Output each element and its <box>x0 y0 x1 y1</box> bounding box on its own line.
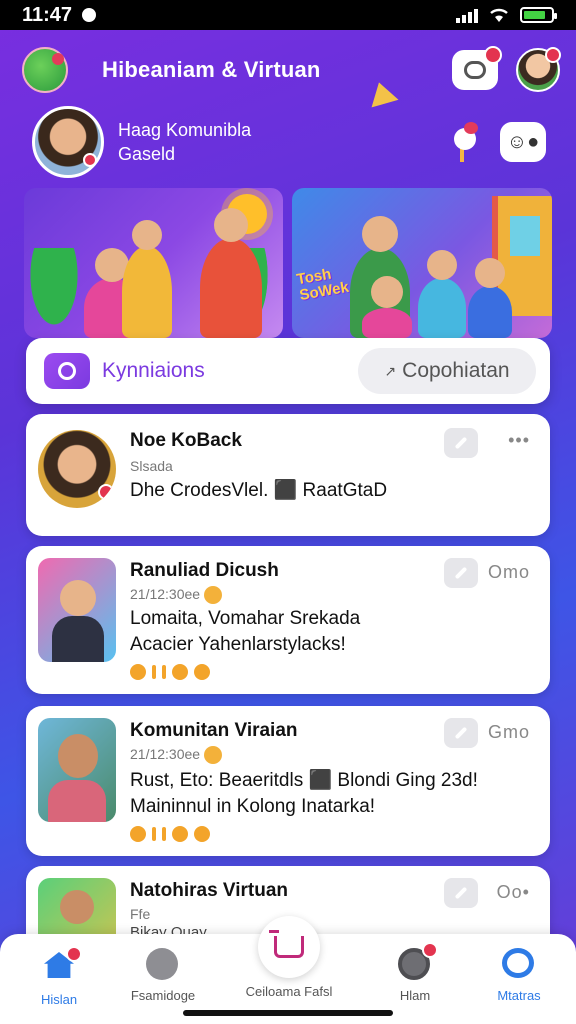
kid-illustration <box>200 208 262 338</box>
chat-bubble-icon <box>464 61 486 79</box>
kid-illustration <box>418 250 466 338</box>
post-author-avatar[interactable] <box>38 430 116 508</box>
post-title: Ranuliad Dicush <box>130 560 279 581</box>
cart-icon <box>269 930 304 958</box>
more-options-label[interactable]: Omo <box>488 562 530 583</box>
messages-button[interactable] <box>452 46 502 90</box>
nav-shop[interactable]: Ceiloama Fafsl <box>234 984 344 999</box>
post-title: Natohiras Virtuan <box>130 880 289 901</box>
nav-shop-label: Ceiloama Fafsl <box>245 984 333 999</box>
profile-subtitle: Gaseld <box>118 144 176 164</box>
post-body-line1: Rust, Eto: Beaeritdls ⬛ Blondi Ging 23d! <box>130 770 478 791</box>
post-timestamp: 21/12:30ee <box>130 746 222 765</box>
banner-right[interactable]: Tosh SoWek <box>292 188 552 338</box>
post-timestamp: 21/12:30ee <box>130 586 222 605</box>
app-header: Hibeaniam & Virtuan <box>22 42 561 98</box>
nav-profile[interactable]: Mtatras <box>464 948 574 1003</box>
nav-home-label: Hislan <box>40 992 78 1007</box>
shop-fab-button[interactable] <box>258 916 320 978</box>
reaction-icons[interactable] <box>130 664 210 680</box>
banner-sign-image: Tosh SoWek <box>295 265 351 305</box>
more-options-icon[interactable]: ••• <box>508 430 530 451</box>
kid-illustration <box>122 220 172 338</box>
nav-profile-label: Mtatras <box>497 988 541 1003</box>
smile-icon <box>203 746 222 765</box>
smile-icon <box>203 586 222 605</box>
post-author-avatar[interactable] <box>38 718 116 822</box>
chat-badge <box>422 942 438 958</box>
nav-chat-label: Hlam <box>399 988 431 1003</box>
avatar-badge <box>545 47 561 63</box>
feed-card[interactable]: Noe KoBack Slsada Dhe CrodesVlel. ⬛ Raat… <box>26 414 550 536</box>
nav-explore[interactable]: Fsamidoge <box>108 948 218 1003</box>
status-time-group: 11:47 <box>22 3 97 27</box>
app-title: Hibeaniam & Virtuan <box>102 57 321 82</box>
feed-card[interactable]: Komunitan Viraian 21/12:30ee Rust, Eto: … <box>26 706 550 856</box>
bottom-nav: Hislan Fsamidoge Ceiloama Fafsl Hlam Mta… <box>0 916 576 1024</box>
post-title: Komunitan Viraian <box>130 720 298 741</box>
post-body: Dhe CrodesVlel. ⬛ RaatGtaD <box>130 480 388 501</box>
home-badge <box>66 946 82 962</box>
edit-icon[interactable] <box>444 718 478 748</box>
post-body-line2: Maininnul in Kolong Inatarka! <box>130 796 376 817</box>
profile-row: Haag Komunibla Gaseld ☺● <box>32 104 546 180</box>
signal-icon <box>456 7 478 23</box>
community-tab-icon[interactable] <box>44 353 90 389</box>
mascot-icon <box>446 122 486 162</box>
kid-illustration <box>362 276 412 338</box>
post-author-avatar[interactable] <box>38 558 116 662</box>
post-body-line2: Acacier Yahenlarstylacks! <box>130 634 346 655</box>
grid-icon <box>146 948 178 980</box>
more-options-label[interactable]: Oo• <box>497 882 530 903</box>
profile-status-badge <box>83 153 97 167</box>
post-subtitle: Ffe <box>130 906 151 922</box>
feed-tab-bar: Kynniaions ↗ Copohiatan <box>26 338 550 404</box>
author-badge <box>98 484 114 500</box>
home-indicator <box>183 1010 393 1016</box>
reaction-icons[interactable] <box>130 826 210 842</box>
kid-illustration <box>468 258 512 338</box>
status-icons <box>456 7 557 23</box>
profile-text: Haag Komunibla Gaseld <box>118 118 251 166</box>
tab-secondary-label: Copohiatan <box>402 359 510 382</box>
app-logo-icon[interactable] <box>22 47 68 93</box>
wifi-icon <box>490 8 508 22</box>
people-icon <box>502 948 534 978</box>
status-time: 11:47 <box>22 3 73 26</box>
nav-home[interactable]: Hislan <box>4 946 114 1007</box>
more-options-label[interactable]: Gmo <box>488 722 530 743</box>
edit-icon[interactable] <box>444 428 478 458</box>
notification-dot-icon <box>82 8 97 22</box>
arrow-icon: ↗ <box>384 362 397 379</box>
edit-icon[interactable] <box>444 558 478 588</box>
post-subtitle: Slsada <box>130 458 173 474</box>
edit-icon[interactable] <box>444 878 478 908</box>
tab-communities[interactable]: Kynniaions <box>102 359 205 383</box>
palm-illustration <box>24 248 84 338</box>
banner-left[interactable] <box>24 188 283 338</box>
post-title: Noe KoBack <box>130 430 242 451</box>
emoji-button[interactable]: ☺● <box>500 122 546 162</box>
status-bar: 11:47 <box>0 0 576 30</box>
post-body-line1: Lomaita, Vomahar Srekada <box>130 608 361 629</box>
user-avatar[interactable] <box>516 47 561 92</box>
feed-card[interactable]: Ranuliad Dicush 21/12:30ee Lomaita, Voma… <box>26 546 550 694</box>
tab-secondary-button[interactable]: ↗ Copohiatan <box>358 348 536 394</box>
nav-chat[interactable]: Hlam <box>360 942 470 1003</box>
header-actions <box>452 46 561 92</box>
nav-explore-label: Fsamidoge <box>130 988 196 1003</box>
emoji-icon: ☺● <box>506 130 540 153</box>
profile-avatar[interactable] <box>32 106 104 178</box>
battery-icon <box>520 7 557 23</box>
profile-name: Haag Komunibla <box>118 120 252 140</box>
profile-extras: ☺● <box>446 122 546 162</box>
messages-badge <box>484 46 502 64</box>
